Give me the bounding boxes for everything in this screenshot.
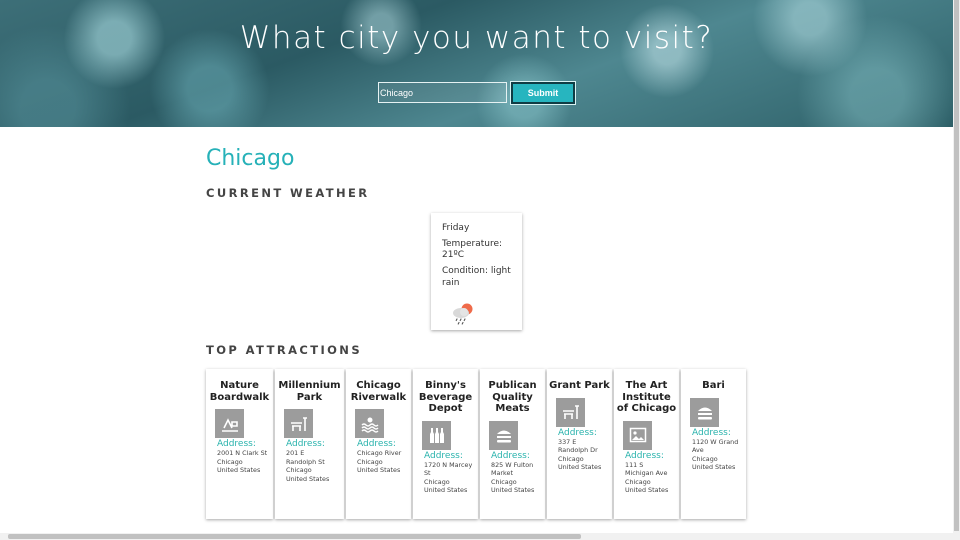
address-label: Address: — [217, 439, 256, 449]
address-label: Address: — [558, 427, 597, 438]
address-label: Address: — [424, 450, 463, 461]
address-country: United States — [491, 486, 535, 495]
city-title: Chicago — [206, 146, 295, 171]
attraction-card[interactable]: Grant Park Address: 337 E Randolph Dr Ch… — [547, 369, 612, 519]
address-city: Chicago — [424, 477, 450, 486]
address-city: Chicago — [286, 466, 312, 475]
bench-icon — [284, 409, 313, 438]
attraction-name: Chicago Riverwalk — [350, 380, 407, 403]
attraction-card[interactable]: Bari Address: 1120 W Grand Ave Chicago U… — [681, 369, 746, 519]
address-label: Address: — [357, 439, 396, 449]
attraction-name: The Art Institute of Chicago — [616, 380, 677, 414]
burger-icon — [489, 420, 518, 450]
hero-title: What city you want to visit? — [239, 20, 714, 56]
current-weather-heading: CURRENT WEATHER — [206, 186, 370, 200]
bench-icon — [556, 397, 585, 427]
park-icon — [215, 409, 244, 438]
address-country: United States — [625, 486, 669, 495]
address-city: Chicago — [625, 477, 651, 486]
address-city: Chicago — [491, 477, 517, 486]
attraction-name: Bari — [702, 380, 725, 391]
address-country: United States — [692, 463, 736, 472]
attraction-name: Millennium Park — [278, 380, 341, 403]
light-rain-icon — [453, 303, 473, 325]
address-city: Chicago — [217, 457, 243, 466]
water-icon — [355, 409, 384, 438]
vertical-scrollbar[interactable] — [953, 0, 960, 540]
burger-icon — [690, 397, 719, 427]
attraction-name: Nature Boardwalk — [209, 380, 270, 403]
address-street: Chicago River — [357, 449, 402, 457]
address-city: Chicago — [692, 454, 718, 463]
attraction-name: Publican Quality Meats — [488, 380, 537, 414]
address-street: 111 S Michigan Ave — [625, 460, 668, 478]
address-label: Address: — [625, 450, 664, 461]
address-street: 825 W Fulton Market — [491, 460, 534, 478]
attraction-name: Binny's Beverage Depot — [418, 380, 473, 414]
weather-condition: Condition: light rain — [442, 266, 511, 288]
address-label: Address: — [491, 450, 530, 461]
horizontal-scrollbar-thumb[interactable] — [8, 534, 581, 539]
hero-banner: What city you want to visit? Submit — [0, 0, 953, 127]
address-label: Address: — [286, 439, 325, 449]
attraction-card[interactable]: Millennium Park Address: 201 E Randolph … — [275, 369, 344, 519]
attraction-card[interactable]: Nature Boardwalk Address: 2001 N Clark S… — [206, 369, 273, 519]
horizontal-scrollbar[interactable] — [0, 533, 953, 540]
address-country: United States — [357, 466, 401, 475]
bottles-icon — [422, 420, 451, 450]
address-country: United States — [558, 463, 602, 472]
weather-card: Friday Temperature: 21ºC Condition: ligh… — [431, 213, 522, 330]
address-street: 337 E Randolph Dr — [558, 437, 598, 455]
address-label: Address: — [692, 427, 731, 438]
address-street: 1120 W Grand Ave — [692, 437, 739, 455]
address-city: Chicago — [357, 457, 383, 466]
attraction-card[interactable]: Publican Quality Meats Address: 825 W Fu… — [480, 369, 545, 519]
weather-day: Friday — [442, 223, 470, 233]
picture-icon — [623, 420, 652, 450]
address-street: 1720 N Marcey St — [424, 460, 473, 478]
city-search-input[interactable] — [378, 82, 507, 103]
attraction-card[interactable]: Chicago Riverwalk Address: Chicago River… — [346, 369, 411, 519]
attraction-card[interactable]: Binny's Beverage Depot Address: 1720 N M… — [413, 369, 478, 519]
address-country: United States — [424, 486, 468, 495]
address-country: United States — [286, 474, 330, 483]
submit-button[interactable]: Submit — [510, 81, 576, 105]
address-country: United States — [217, 466, 261, 475]
address-street: 2001 N Clark St — [217, 449, 268, 457]
address-street: 201 E Randolph St — [286, 449, 325, 466]
attraction-card[interactable]: The Art Institute of Chicago Address: 11… — [614, 369, 679, 519]
attraction-name: Grant Park — [549, 380, 610, 391]
address-city: Chicago — [558, 454, 584, 463]
weather-temperature: Temperature: 21ºC — [442, 238, 503, 261]
top-attractions-heading: TOP ATTRACTIONS — [206, 343, 363, 357]
vertical-scrollbar-thumb[interactable] — [954, 0, 959, 531]
